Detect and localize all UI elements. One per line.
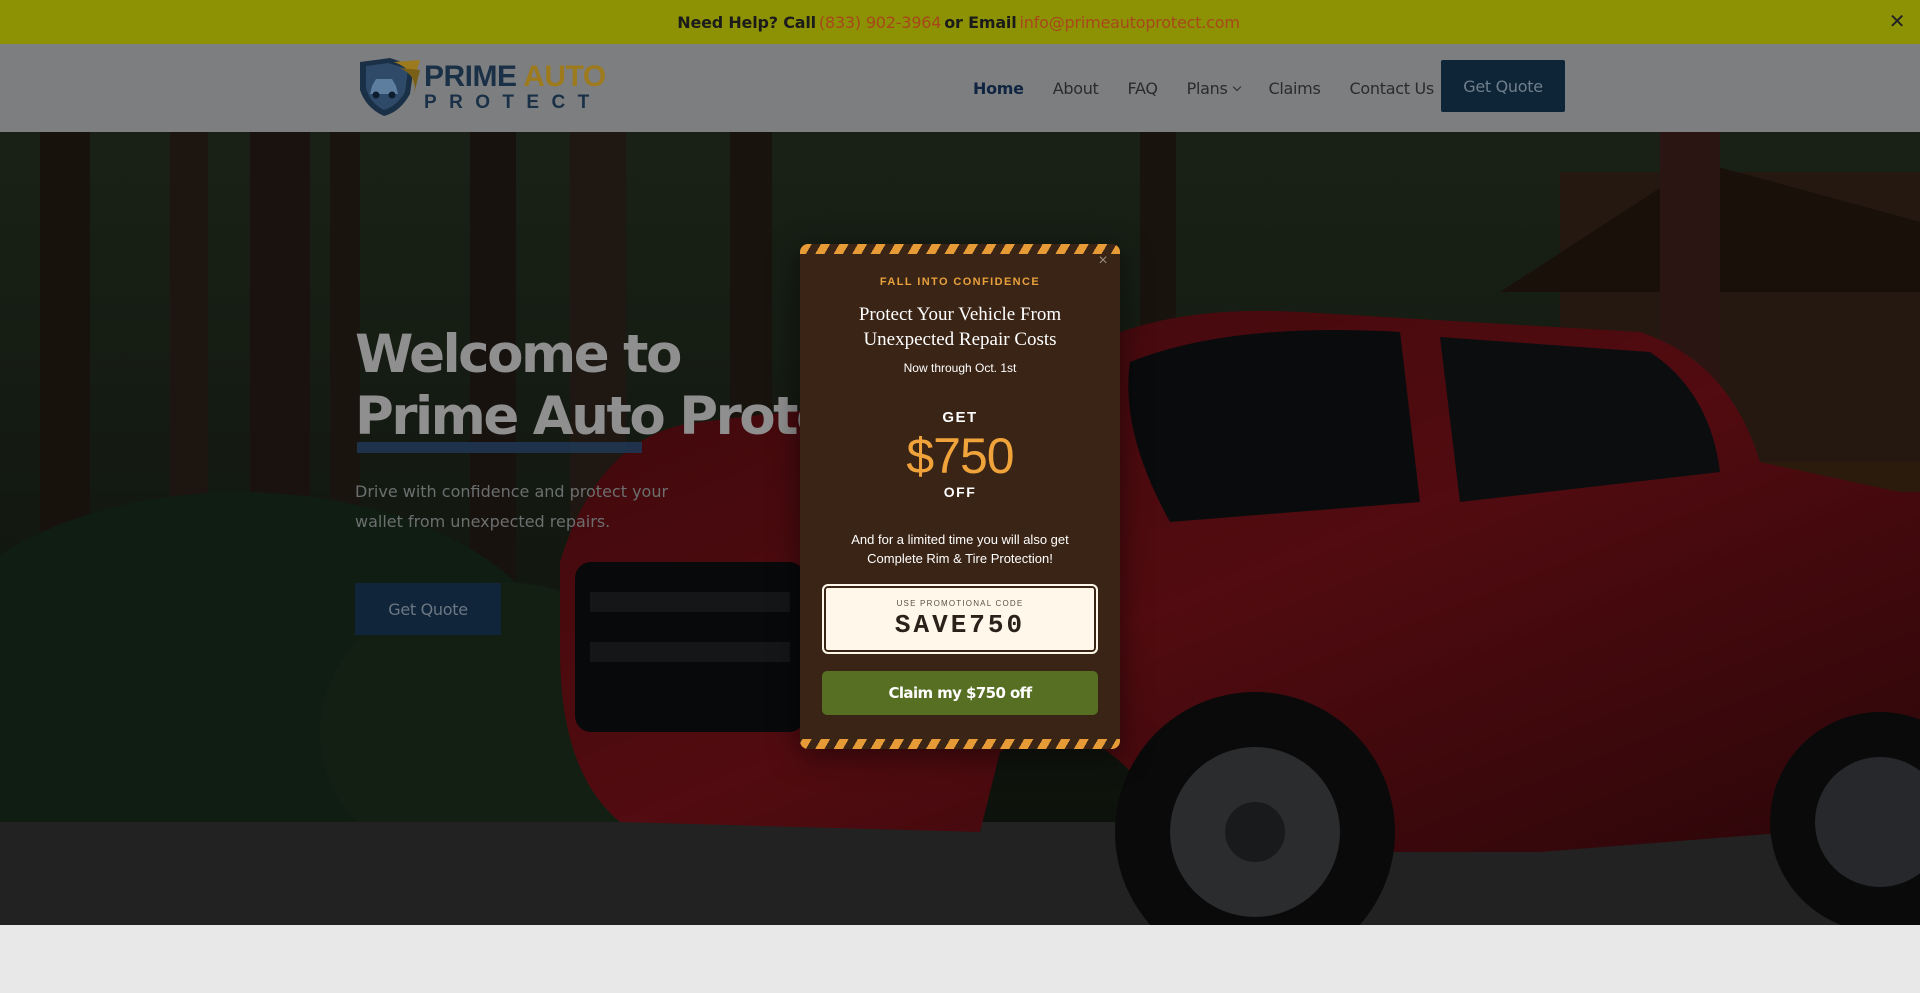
help-text: Need Help? Call — [677, 12, 816, 32]
nav-contact-us[interactable]: Contact Us — [1350, 79, 1435, 98]
nav-home[interactable]: Home — [973, 79, 1024, 98]
popup-note: And for a limited time you will also get… — [851, 532, 1069, 566]
title-underline — [357, 442, 642, 453]
popup-kicker: FALL INTO CONFIDENCE — [879, 276, 1041, 288]
promo-popup: × FALL INTO CONFIDENCE Protect Your Vehi… — [800, 244, 1120, 749]
hazard-stripes-top — [800, 244, 1120, 254]
next-section — [0, 925, 1920, 993]
shield-car-icon — [360, 58, 420, 116]
close-icon[interactable]: × — [1095, 253, 1111, 269]
nav-plans[interactable]: Plans — [1186, 78, 1241, 98]
chevron-down-icon — [1232, 82, 1241, 91]
close-icon[interactable]: ✕ — [1886, 10, 1908, 32]
phone-link[interactable]: (833) 902-3964 — [819, 13, 942, 32]
popup-heading: Protect Your Vehicle From Unexpected Rep… — [858, 304, 1062, 350]
logo[interactable]: PRIME AUTO PROTECT — [354, 56, 606, 118]
logo-auto: AUTO — [523, 60, 606, 93]
hero-get-quote-button[interactable]: Get Quote — [355, 583, 501, 635]
get-quote-button[interactable]: Get Quote — [1441, 60, 1565, 112]
email-link[interactable]: info@primeautoprotect.com — [1020, 13, 1240, 32]
claim-offer-button[interactable]: Claim my $750 off — [822, 671, 1098, 715]
or-email-text: or Email — [944, 12, 1017, 32]
popup-discount-amount: $750 — [906, 428, 1014, 484]
promo-code[interactable]: SAVE750 — [824, 610, 1096, 640]
promo-code-box[interactable]: USE PROMOTIONAL CODE SAVE750 — [822, 584, 1098, 654]
logo-prime: PRIME — [424, 60, 517, 93]
nav-plans-label: Plans — [1186, 78, 1228, 98]
site-header: PRIME AUTO PROTECT Home About FAQ Plans … — [0, 44, 1920, 132]
hazard-stripes-bottom — [800, 739, 1120, 749]
logo-protect: PROTECT — [424, 92, 602, 113]
logo-text: PRIME AUTO PROTECT — [424, 60, 606, 113]
hero-subtitle: Drive with confidence and protect your w… — [355, 482, 669, 531]
help-bar: Need Help? Call (833) 902-3964 or Email … — [0, 0, 1920, 44]
popup-dates: Now through Oct. 1st — [903, 361, 1017, 375]
promo-code-label: USE PROMOTIONAL CODE — [896, 599, 1024, 608]
main-nav: Home About FAQ Plans Claims Contact Us — [973, 44, 1463, 132]
nav-claims[interactable]: Claims — [1269, 79, 1321, 98]
nav-about[interactable]: About — [1053, 79, 1099, 98]
popup-off-label: OFF — [943, 484, 977, 500]
nav-faq[interactable]: FAQ — [1128, 79, 1158, 98]
popup-get-label: GET — [942, 409, 978, 426]
